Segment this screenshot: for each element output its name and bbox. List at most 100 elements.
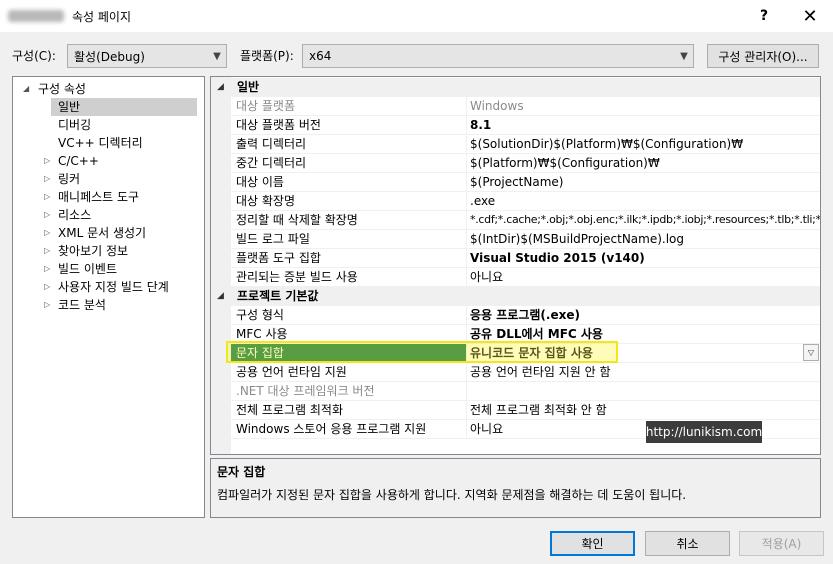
property-value: 8.1 [470,118,492,132]
tree-root[interactable]: 구성 속성 [38,80,86,98]
ok-button[interactable]: 확인 [550,531,635,556]
property-row[interactable]: 대상 이름 $(ProjectName) [231,173,820,192]
tree-expand-icon[interactable]: ▷ [44,242,50,260]
property-name: 출력 디렉터리 [231,135,467,153]
property-value: 아니요 [470,270,504,284]
property-row-selected[interactable]: 문자 집합 유니코드 문자 집합 사용 [231,344,820,363]
property-value[interactable]: 유니코드 문자 집합 사용 [468,344,820,362]
property-value: $(ProjectName) [470,175,564,189]
property-value: 공유 DLL에서 MFC 사용 [470,327,603,341]
property-value: .exe [470,194,496,208]
property-row[interactable]: 대상 확장명 .exe [231,192,820,211]
description-title: 문자 집합 [217,465,266,479]
property-row[interactable]: 관리되는 증분 빌드 사용 아니요 [231,268,820,287]
property-value: 응용 프로그램(.exe) [470,308,580,322]
configuration-manager-button[interactable]: 구성 관리자(O)... [707,44,819,68]
property-value: 전체 프로그램 최적화 안 함 [470,403,607,417]
property-row[interactable]: 플랫폼 도구 집합 Visual Studio 2015 (v140) [231,249,820,268]
property-value: $(Platform)₩$(Configuration)₩ [470,156,660,170]
title-bar: 속성 페이지 ? ✕ [0,0,833,32]
tree-expand-icon[interactable]: ▷ [44,152,50,170]
category-label: 일반 [237,80,260,94]
property-row[interactable]: 대상 플랫폼 버전 8.1 [231,116,820,135]
cancel-button[interactable]: 취소 [645,531,730,556]
tree-item-general[interactable]: 일반 [51,98,197,116]
property-name: 대상 플랫폼 [231,97,467,115]
platform-label: 플랫폼(P): [240,49,294,63]
tree-item-build-events[interactable]: 빌드 이벤트 [58,260,117,278]
property-tree[interactable]: ◢ 구성 속성 일반 디버깅 VC++ 디렉터리 ▷ C/C++ ▷ 링커 ▷ … [12,76,205,518]
property-name: 중간 디렉터리 [231,154,467,172]
property-name: .NET 대상 프레임워크 버전 [231,382,467,400]
platform-dropdown[interactable]: x64 ▼ [302,44,694,68]
category-label: 프로젝트 기본값 [237,289,319,303]
property-row[interactable]: 대상 플랫폼 Windows [231,97,820,116]
apply-button[interactable]: 적용(A) [739,531,824,556]
configuration-value: 활성(Debug) [74,49,145,64]
property-row[interactable]: 중간 디렉터리 $(Platform)₩$(Configuration)₩ [231,154,820,173]
tree-item-browse-info[interactable]: 찾아보기 정보 [58,242,128,260]
property-name: 빌드 로그 파일 [231,230,467,248]
platform-value: x64 [309,49,332,63]
property-row[interactable]: MFC 사용 공유 DLL에서 MFC 사용 [231,325,820,344]
property-value: 공용 언어 런타임 지원 안 함 [470,365,611,379]
property-value: $(SolutionDir)$(Platform)₩$(Configuratio… [470,137,744,151]
close-button[interactable]: ✕ [787,0,833,32]
description-panel: 문자 집합 컴파일러가 지정된 문자 집합을 사용하게 합니다. 지역화 문제점… [210,458,821,518]
tree-expand-icon[interactable]: ▷ [44,260,50,278]
tree-item-xml-doc-generator[interactable]: XML 문서 생성기 [58,224,146,242]
tree-expand-icon[interactable]: ▷ [44,296,50,314]
help-button[interactable]: ? [741,0,787,32]
property-value: $(IntDir)$(MSBuildProjectName).log [470,232,685,246]
configuration-dropdown[interactable]: 활성(Debug) ▼ [67,44,227,68]
tree-item-manifest-tool[interactable]: 매니페스트 도구 [58,188,139,206]
collapse-icon[interactable]: ◢ [217,78,224,97]
property-name: 정리할 때 삭제할 확장명 [231,211,467,229]
tree-expand-icon[interactable]: ▷ [44,170,50,188]
property-row[interactable]: 빌드 로그 파일 $(IntDir)$(MSBuildProjectName).… [231,230,820,249]
property-value: Windows [470,99,524,113]
tree-expand-icon[interactable]: ▷ [44,206,50,224]
property-name: 관리되는 증분 빌드 사용 [231,268,467,286]
property-row[interactable]: 공용 언어 런타임 지원 공용 언어 런타임 지원 안 함 [231,363,820,382]
property-value: *.cdf;*.cache;*.obj;*.obj.enc;*.ilk;*.ip… [470,213,820,226]
grid-gutter [211,77,231,454]
property-name: MFC 사용 [231,325,467,343]
property-name: 대상 확장명 [231,192,467,210]
property-row[interactable]: 출력 디렉터리 $(SolutionDir)$(Platform)₩$(Conf… [231,135,820,154]
property-name: Windows 스토어 응용 프로그램 지원 [231,420,467,438]
property-name: 대상 이름 [231,173,467,191]
tree-expand-icon[interactable]: ▷ [44,224,50,242]
collapse-icon[interactable]: ◢ [217,287,224,306]
tree-collapse-icon[interactable]: ◢ [23,80,29,98]
project-name-blurred [8,10,64,22]
tree-item-linker[interactable]: 링커 [58,170,80,188]
tree-expand-icon[interactable]: ▷ [44,278,50,296]
property-name: 구성 형식 [231,306,467,324]
property-name: 플랫폼 도구 집합 [231,249,467,267]
property-grid[interactable]: ◢ 일반 대상 플랫폼 Windows 대상 플랫폼 버전 8.1 출력 디렉터… [210,76,821,455]
tree-item-debugging[interactable]: 디버깅 [58,116,91,134]
property-row[interactable]: 전체 프로그램 최적화 전체 프로그램 최적화 안 함 [231,401,820,420]
property-name: 대상 플랫폼 버전 [231,116,467,134]
description-text: 컴파일러가 지정된 문자 집합을 사용하게 합니다. 지역화 문제점을 해결하는… [217,488,687,502]
property-row[interactable]: .NET 대상 프레임워크 버전 [231,382,820,401]
property-name: 문자 집합 [231,344,467,362]
tree-item-code-analysis[interactable]: 코드 분석 [58,296,106,314]
property-row[interactable]: 정리할 때 삭제할 확장명 *.cdf;*.cache;*.obj;*.obj.… [231,211,820,230]
tree-item-resources[interactable]: 리소스 [58,206,91,224]
tree-item-vc-directories[interactable]: VC++ 디렉터리 [58,134,143,152]
chevron-down-icon: ▽ [807,348,815,357]
property-name: 전체 프로그램 최적화 [231,401,467,419]
value-dropdown-button[interactable]: ▽ [803,344,819,361]
tree-item-cpp[interactable]: C/C++ [58,152,99,170]
category-project-defaults[interactable]: ◢ 프로젝트 기본값 [211,287,820,306]
property-row[interactable]: 구성 형식 응용 프로그램(.exe) [231,306,820,325]
property-value: Visual Studio 2015 (v140) [470,251,645,265]
tree-expand-icon[interactable]: ▷ [44,188,50,206]
chevron-down-icon: ▼ [213,50,221,62]
property-value [468,382,820,400]
watermark: http://lunikism.com [646,421,762,443]
tree-item-custom-build-step[interactable]: 사용자 지정 빌드 단계 [58,278,169,296]
category-general[interactable]: ◢ 일반 [211,78,820,97]
